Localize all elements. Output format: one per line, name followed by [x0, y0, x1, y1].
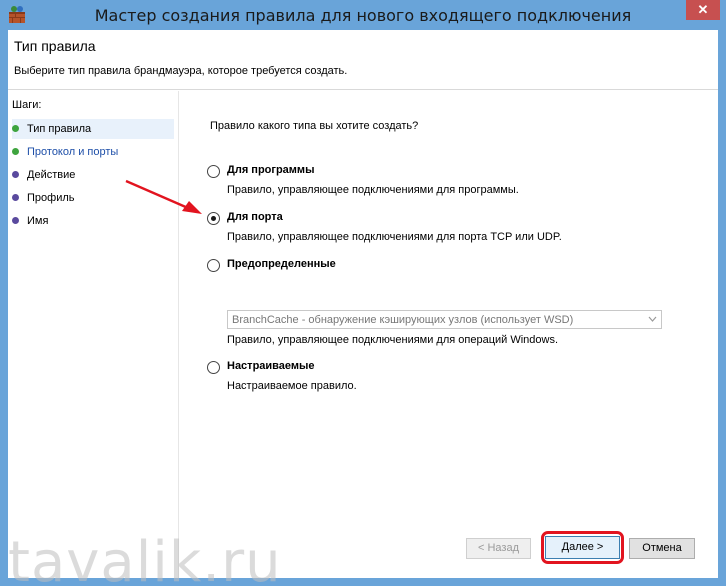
next-button-highlight-annotation	[541, 531, 624, 564]
step-label: Протокол и порты	[27, 146, 119, 158]
back-button[interactable]: < Назад	[466, 538, 531, 559]
option-predefined-description: Правило, управляющее подключениями для о…	[227, 334, 559, 346]
step-label: Имя	[27, 215, 49, 227]
step-rule-type[interactable]: Тип правила	[12, 119, 174, 139]
option-label: Для порта	[227, 211, 283, 223]
step-label: Действие	[27, 169, 76, 181]
radio-predefined[interactable]	[207, 259, 220, 272]
step-pending-icon	[12, 170, 19, 178]
radio-custom[interactable]	[207, 361, 220, 374]
option-port-description: Правило, управляющее подключениями для п…	[227, 231, 562, 243]
step-done-icon	[12, 124, 19, 132]
red-arrow-annotation	[125, 179, 202, 214]
cancel-button[interactable]: Отмена	[629, 538, 695, 559]
steps-panel: Шаги: Тип правила Протокол и порты Дейст…	[8, 91, 178, 578]
step-label: Профиль	[27, 192, 75, 204]
step-pending-icon	[12, 193, 19, 201]
option-program-description: Правило, управляющее подключениями для п…	[227, 184, 519, 196]
step-done-icon	[12, 147, 19, 155]
radio-program[interactable]	[207, 165, 220, 178]
step-pending-icon	[12, 216, 19, 224]
radio-port[interactable]	[207, 212, 220, 225]
title-bar[interactable]: Мастер создания правила для нового входя…	[0, 0, 726, 30]
rule-type-panel: Правило какого типа вы хотите создать? Д…	[179, 91, 718, 578]
window-title: Мастер создания правила для нового входя…	[94, 6, 632, 25]
wizard-client-area: Тип правила Выберите тип правила брандма…	[8, 30, 718, 586]
option-label: Предопределенные	[227, 258, 336, 270]
step-protocol-ports[interactable]: Протокол и порты	[12, 142, 174, 162]
close-button[interactable]: ✕	[686, 0, 720, 20]
page-title: Тип правила	[14, 38, 96, 54]
watermark: tavalik.ru	[8, 530, 282, 586]
option-label: Для программы	[227, 164, 315, 176]
page-description: Выберите тип правила брандмауэра, которо…	[14, 65, 348, 77]
option-custom-description: Настраиваемое правило.	[227, 380, 357, 392]
chevron-down-icon	[648, 316, 657, 322]
predefined-select[interactable]: BranchCache - обнаружение кэширующих узл…	[227, 310, 662, 329]
wizard-window: Мастер создания правила для нового входя…	[0, 0, 726, 586]
option-label: Настраиваемые	[227, 360, 315, 372]
rule-type-question: Правило какого типа вы хотите создать?	[210, 120, 419, 132]
step-label: Тип правила	[27, 123, 92, 135]
predefined-select-value: BranchCache - обнаружение кэширующих узл…	[232, 314, 574, 326]
wizard-header: Тип правила Выберите тип правила брандма…	[8, 30, 718, 90]
steps-title: Шаги:	[12, 99, 42, 111]
